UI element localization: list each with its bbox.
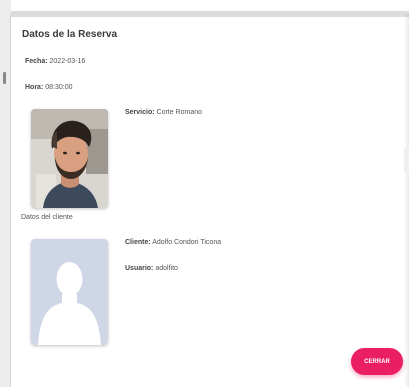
servicio-row: Servicio: Corte Romano (125, 109, 202, 116)
hora-row: Hora: 08:30:00 (25, 84, 72, 91)
right-shadow (404, 14, 409, 387)
haircut-image-icon (31, 109, 108, 208)
service-photo (31, 109, 108, 208)
cliente-value: Adolfo Condori Ticona (152, 239, 222, 246)
reservation-dialog: Datos de la Reserva Fecha: 2022-03-16 Ho… (11, 17, 404, 387)
cliente-section-heading: Datos del cliente (21, 214, 73, 221)
fecha-value: 2022-03-16 (49, 58, 86, 65)
usuario-value: adolfito (155, 265, 178, 272)
cliente-row: Cliente: Adolfo Condori Ticona (125, 239, 221, 246)
user-avatar-icon (31, 239, 108, 345)
fecha-row: Fecha: 2022-03-16 (25, 58, 85, 65)
hora-value: 08:30:00 (45, 84, 73, 91)
dialog-title: Datos de la Reserva (22, 29, 118, 40)
usuario-row: Usuario: adolfito (125, 265, 178, 272)
fecha-label: Fecha: (25, 58, 48, 65)
background-handle (3, 72, 6, 84)
servicio-value: Corte Romano (156, 109, 203, 116)
client-avatar (31, 239, 108, 345)
hora-label: Hora: (25, 84, 44, 91)
servicio-label: Servicio: (125, 109, 155, 116)
usuario-label: Usuario: (125, 265, 154, 272)
cliente-label: Cliente: (125, 239, 151, 246)
close-button[interactable]: CERRAR (351, 348, 403, 375)
screen: Datos de la Reserva Fecha: 2022-03-16 Ho… (0, 0, 409, 387)
